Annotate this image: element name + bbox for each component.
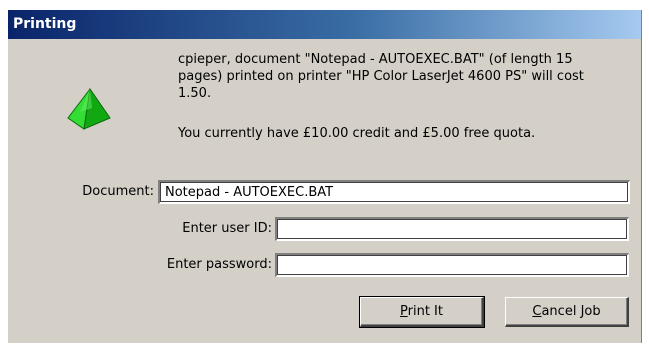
- password-field[interactable]: [275, 253, 629, 277]
- password-label: Enter password:: [166, 257, 272, 272]
- cost-message: cpieper, document "Notepad - AUTOEXEC.BA…: [178, 51, 618, 142]
- cancel-job-button[interactable]: Cancel Job: [505, 297, 629, 327]
- userid-label: Enter user ID:: [182, 221, 272, 236]
- document-label: Document:: [82, 184, 154, 199]
- green-pyramid-icon: [67, 88, 111, 130]
- message-line-1: cpieper, document "Notepad - AUTOEXEC.BA…: [178, 52, 573, 67]
- print-label-rest: rint It: [407, 304, 443, 319]
- print-it-button[interactable]: Print It: [359, 296, 485, 328]
- message-line-3: 1.50.: [178, 86, 212, 101]
- document-field[interactable]: [158, 180, 630, 204]
- userid-field[interactable]: [275, 217, 629, 241]
- print-mnemonic: P: [400, 304, 408, 319]
- cancel-label-rest: ancel Job: [541, 304, 601, 319]
- credit-message: You currently have £10.00 credit and £5.…: [178, 126, 536, 141]
- message-line-2: pages) printed on printer "HP Color Lase…: [178, 69, 584, 84]
- dialog-title[interactable]: Printing: [8, 10, 641, 39]
- printing-dialog: Printing cpieper, document "Notepad - AU…: [8, 10, 642, 343]
